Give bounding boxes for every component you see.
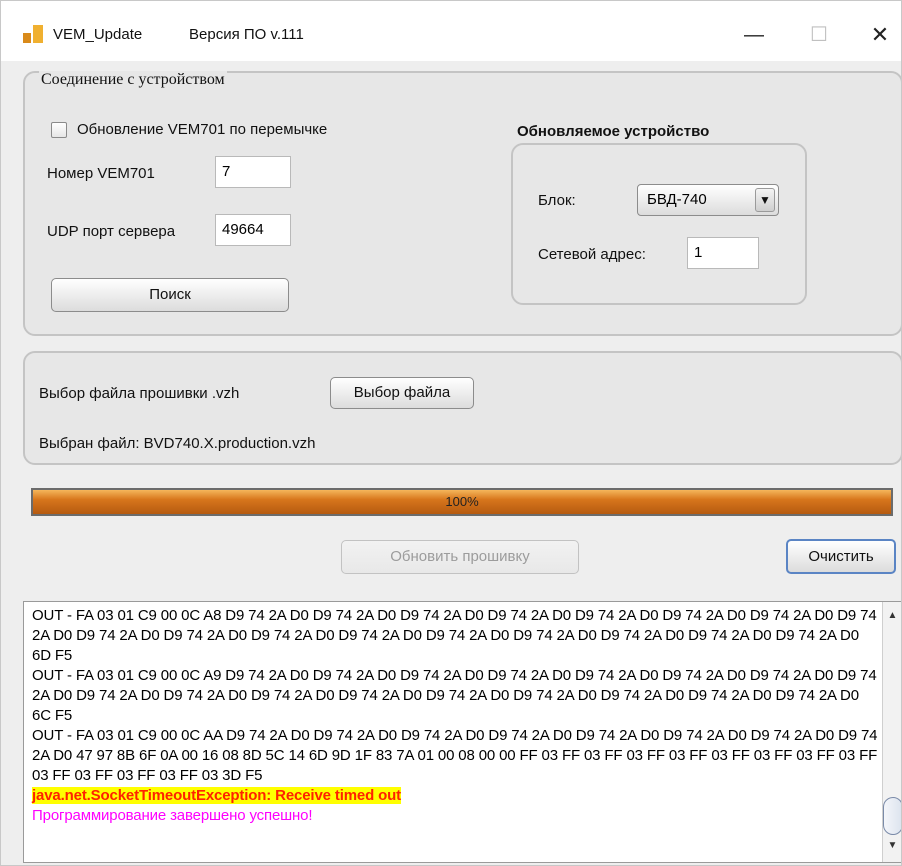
progress-percent: 100% [445,494,479,509]
scroll-up-icon[interactable]: ▲ [885,610,900,624]
scrollbar-thumb[interactable] [883,797,901,835]
log-line: OUT - FA 03 01 C9 00 0C A8 D9 74 2A D0 D… [32,607,881,664]
jumper-update-checkbox[interactable] [51,122,67,138]
network-address-label: Сетевой адрес: [538,246,646,263]
version-label: Версия ПО v.111 [189,26,304,43]
window-title: VEM_Update [53,26,143,43]
log-scrollbar[interactable]: ▲ ▼ [882,602,901,862]
jumper-update-label: Обновление VEM701 по перемычке [77,121,328,138]
app-window: VEM_Update Версия ПО v.111 — ☐ ✕ Соедине… [0,0,902,866]
connection-group-legend: Соединение с устройством [39,71,227,89]
target-device-title: Обновляемое устройство [517,123,710,140]
vem-number-field[interactable]: 7 [215,156,291,188]
chevron-down-icon[interactable]: ▼ [755,188,775,212]
search-button[interactable]: Поиск [51,278,289,312]
block-select[interactable]: БВД-740 ▼ [637,184,779,216]
udp-port-label: UDP порт сервера [47,223,176,240]
app-icon [23,25,43,43]
log-success-line: Программирование завершено успешно! [32,807,313,824]
update-firmware-button[interactable]: Обновить прошивку [341,540,579,574]
clear-button[interactable]: Очистить [786,539,896,574]
close-button[interactable]: ✕ [857,17,901,53]
target-device-group [511,143,807,305]
udp-port-field[interactable]: 49664 [215,214,291,246]
selected-file-label: Выбран файл: BVD740.X.production.vzh [39,435,316,452]
block-label: Блок: [538,192,576,209]
minimize-button[interactable]: — [731,17,777,53]
log-line: OUT - FA 03 01 C9 00 0C A9 D9 74 2A D0 D… [32,667,881,724]
firmware-select-label: Выбор файла прошивки .vzh [39,385,240,402]
scroll-down-icon[interactable]: ▼ [885,840,900,854]
log-area[interactable]: OUT - FA 03 01 C9 00 0C A8 D9 74 2A D0 D… [23,601,901,863]
vem-number-label: Номер VEM701 [47,165,155,182]
log-text: OUT - FA 03 01 C9 00 0C A8 D9 74 2A D0 D… [32,606,878,826]
network-address-field[interactable]: 1 [687,237,759,269]
maximize-button[interactable]: ☐ [796,17,842,53]
title-bar[interactable]: VEM_Update Версия ПО v.111 — ☐ ✕ [1,1,901,61]
log-error-line: java.net.SocketTimeoutException: Receive… [32,787,401,804]
select-file-button[interactable]: Выбор файла [330,377,474,409]
block-select-value: БВД-740 [647,191,707,208]
firmware-progress-bar: 100% [31,488,893,516]
log-line: OUT - FA 03 01 C9 00 0C AA D9 74 2A D0 D… [32,727,882,784]
